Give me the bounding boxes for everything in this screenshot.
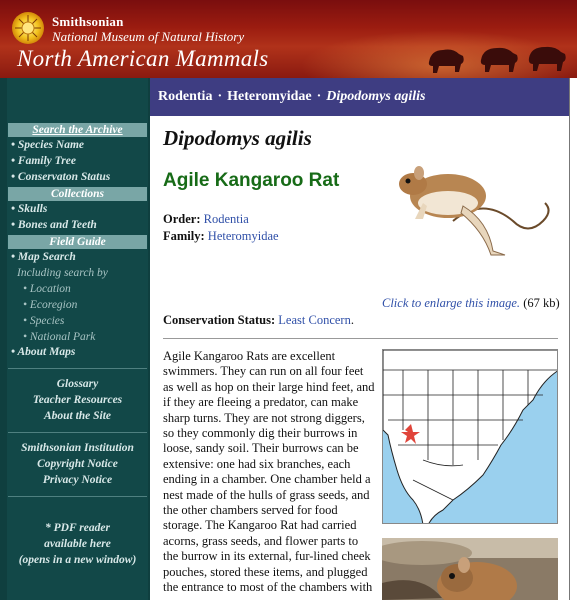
teacher-resources-link[interactable]: Teacher Resources xyxy=(8,394,147,406)
breadcrumb-separator: · xyxy=(217,89,223,104)
family-label: Family: xyxy=(163,229,205,243)
nav-divider xyxy=(8,368,147,369)
family-row: Family: Heteromyidae xyxy=(163,229,279,244)
smithsonian-institution-link[interactable]: Smithsonian Institution xyxy=(8,442,147,454)
nav-heading-search-archive[interactable]: Search the Archive xyxy=(8,123,147,137)
order-row: Order: Rodentia xyxy=(163,212,249,227)
north-america-map xyxy=(383,350,557,523)
pdf-note-line2[interactable]: available here xyxy=(8,538,147,550)
breadcrumb: Rodentia · Heteromyidae · Dipodomys agilis xyxy=(150,78,569,116)
museum-name[interactable]: National Museum of Natural History xyxy=(52,29,244,45)
species-common-name: Agile Kangaroo Rat xyxy=(163,170,340,191)
nav-item-family-tree[interactable]: • Family Tree xyxy=(11,155,76,167)
nav-item-map-search[interactable]: • Map Search xyxy=(11,251,76,263)
family-link[interactable]: Heteromyidae xyxy=(208,229,279,243)
copyright-notice-link[interactable]: Copyright Notice xyxy=(8,458,147,470)
nav-heading-field-guide: Field Guide xyxy=(8,235,147,249)
right-border xyxy=(569,78,577,600)
image-size: (67 kb) xyxy=(523,296,560,310)
image-caption: Click to enlarge this image. (67 kb) xyxy=(382,296,564,311)
nav-item-bones-teeth[interactable]: • Bones and Teeth xyxy=(11,219,97,231)
site-banner: Smithsonian National Museum of Natural H… xyxy=(0,0,577,78)
bison-silhouettes xyxy=(428,46,566,73)
kangaroo-rat-photo[interactable] xyxy=(382,538,558,600)
nav-including-label: Including search by xyxy=(17,267,108,279)
species-description: Agile Kangaroo Rats are excellent swimme… xyxy=(163,349,375,595)
order-label: Order: xyxy=(163,212,201,226)
nav-sub-ecoregion[interactable]: • Ecoregion xyxy=(23,299,77,311)
status-link[interactable]: Least Concern xyxy=(278,313,351,327)
about-site-link[interactable]: About the Site xyxy=(8,410,147,422)
kangaroo-rat-illustration[interactable] xyxy=(393,151,553,266)
breadcrumb-family[interactable]: Heteromyidae xyxy=(227,89,312,104)
species-content: Dipodomys agilis Agile Kangaroo Rat Orde… xyxy=(150,116,569,600)
status-end: . xyxy=(350,313,354,327)
nav-heading-collections: Collections xyxy=(8,187,147,201)
order-link[interactable]: Rodentia xyxy=(204,212,249,226)
nav-divider xyxy=(8,496,147,497)
nav-divider xyxy=(8,432,147,433)
glossary-link[interactable]: Glossary xyxy=(8,378,147,390)
pdf-note-line1[interactable]: * PDF reader xyxy=(8,522,147,534)
nav-sub-species[interactable]: • Species xyxy=(23,315,64,327)
nav-sub-national-park[interactable]: • National Park xyxy=(23,331,95,343)
status-label: Conservation Status: xyxy=(163,313,276,327)
breadcrumb-species: Dipodomys agilis xyxy=(326,89,426,104)
nav-sub-location[interactable]: • Location xyxy=(23,283,71,295)
content-divider xyxy=(163,338,558,339)
nav-item-species-name[interactable]: • Species Name xyxy=(11,139,84,151)
nav-item-about-maps[interactable]: • About Maps xyxy=(11,346,75,358)
conservation-status-row: Conservation Status: Least Concern. xyxy=(163,313,354,328)
species-scientific-name: Dipodomys agilis xyxy=(163,126,312,150)
range-map[interactable] xyxy=(382,349,558,524)
nav-item-conservation-status[interactable]: • Conservaton Status xyxy=(11,171,110,183)
search-archive-link[interactable]: Search the Archive xyxy=(32,124,122,136)
enlarge-image-link[interactable]: Click to enlarge this image. xyxy=(382,296,520,310)
org-name[interactable]: Smithsonian xyxy=(52,14,124,30)
left-navigation: Search the Archive • Species Name • Fami… xyxy=(0,78,150,600)
breadcrumb-separator: · xyxy=(316,89,322,104)
breadcrumb-order[interactable]: Rodentia xyxy=(158,89,212,104)
nav-item-skulls[interactable]: • Skulls xyxy=(11,203,47,215)
pdf-note-line3[interactable]: (opens in a new window) xyxy=(8,554,147,566)
smithsonian-sun-logo[interactable] xyxy=(12,12,44,44)
site-title[interactable]: North American Mammals xyxy=(17,46,269,72)
privacy-notice-link[interactable]: Privacy Notice xyxy=(8,474,147,486)
